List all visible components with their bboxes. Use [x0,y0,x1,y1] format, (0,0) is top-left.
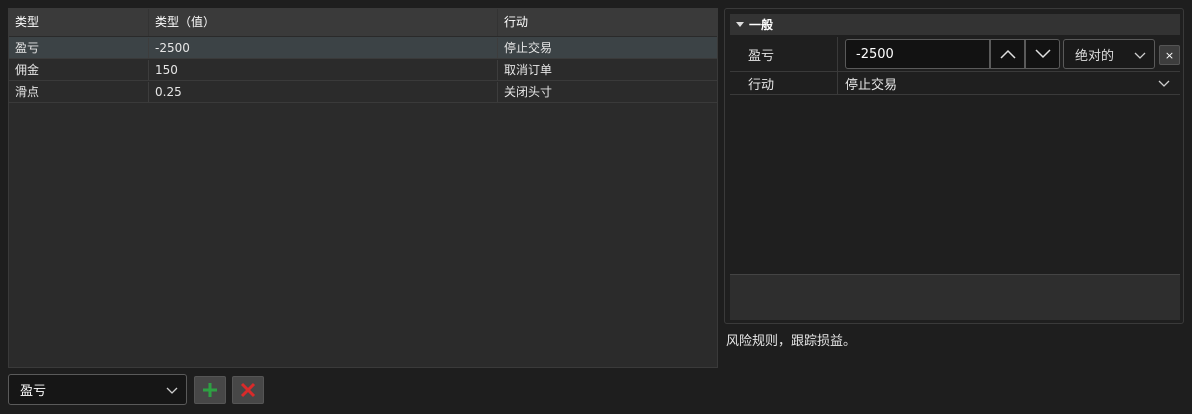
property-row-action: 行动 停止交易 [730,72,1180,95]
rule-type-select-value: 盈亏 [20,384,47,399]
cell-type: 盈亏 [9,37,149,58]
property-label-action: 行动 [730,72,838,94]
cell-action: 停止交易 [504,40,553,55]
cell-action: 取消订单 [504,62,553,77]
plus-icon [203,383,217,397]
cell-action: 关闭头寸 [504,84,553,99]
increment-button[interactable] [990,39,1025,69]
rule-description: 风险规则，跟踪损益。 [726,334,857,349]
clear-button[interactable]: × [1159,45,1180,65]
rule-type-select[interactable]: 盈亏 [8,374,187,405]
cell-type: 滑点 [9,81,149,102]
property-label-pnl: 盈亏 [730,37,838,71]
table-row[interactable]: 盈亏 -2500 停止交易 [9,37,717,59]
table-row[interactable]: 滑点 0.25 关闭头寸 [9,81,717,103]
chevron-down-icon [1134,52,1146,59]
column-header-action[interactable]: 行动 [498,9,717,36]
action-value[interactable]: 停止交易 [845,72,897,94]
property-panel: 一般 盈亏 -2500 绝对的 × 行动 停止交易 [724,8,1184,324]
delete-rule-button[interactable] [232,376,264,404]
pnl-value-input[interactable]: -2500 [845,39,990,69]
chevron-down-icon[interactable] [1158,77,1170,89]
grid-header: 类型 类型（值） 行动 [9,9,717,37]
chevron-down-icon [166,387,178,394]
column-header-value[interactable]: 类型（值） [149,9,498,36]
property-row-pnl: 盈亏 -2500 绝对的 × [730,37,1180,72]
decrement-button[interactable] [1025,39,1060,69]
add-rule-button[interactable] [194,376,226,404]
property-description-area [730,274,1180,320]
cell-value: -2500 [149,37,498,58]
chevron-up-icon [999,49,1016,59]
column-header-type[interactable]: 类型 [9,9,149,36]
x-icon [240,382,256,398]
collapse-triangle-icon [736,22,744,27]
cell-value: 150 [149,59,498,80]
section-title: 一般 [749,18,774,32]
cell-value: 0.25 [149,81,498,102]
rules-grid: 类型 类型（值） 行动 盈亏 -2500 停止交易 佣金 150 取消订单 滑点… [8,8,718,368]
cell-type: 佣金 [9,59,149,80]
chevron-down-icon [1034,49,1051,59]
table-row[interactable]: 佣金 150 取消订单 [9,59,717,81]
value-mode-label: 绝对的 [1075,48,1115,64]
section-header-general[interactable]: 一般 [730,14,1180,35]
value-mode-select[interactable]: 绝对的 [1063,39,1155,69]
